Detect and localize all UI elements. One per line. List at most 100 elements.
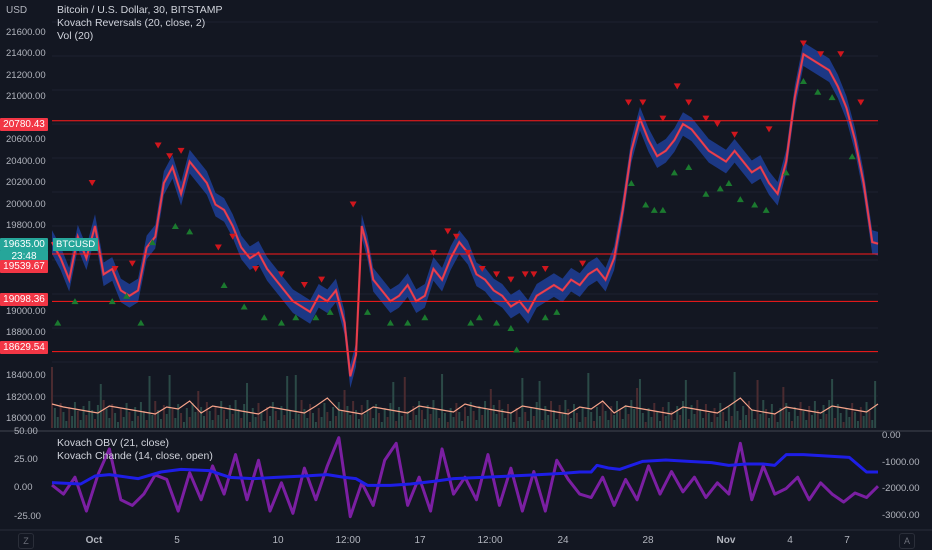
time-axis-label: Oct xyxy=(85,535,103,546)
reversal-up-marker xyxy=(716,185,724,192)
reversal-down-marker xyxy=(318,276,326,283)
reversal-down-marker xyxy=(530,271,538,278)
reversal-down-marker xyxy=(541,265,549,272)
price-axis-label: 18800.00 xyxy=(6,327,46,339)
time-axis-label: 10 xyxy=(272,535,284,546)
indicator-legend-volume[interactable]: Vol (20) xyxy=(57,30,223,43)
reversal-down-marker xyxy=(349,201,357,208)
reversal-up-marker xyxy=(421,314,429,321)
reversal-up-marker xyxy=(799,78,807,85)
time-axis-label: 28 xyxy=(642,535,654,546)
auto-scale-left-button[interactable]: Z xyxy=(18,533,34,549)
reversal-up-marker xyxy=(363,308,371,315)
reversal-down-marker xyxy=(177,147,185,154)
price-axis-label: 18200.00 xyxy=(6,391,46,403)
reversal-down-marker xyxy=(154,142,162,149)
price-axis-label: 21400.00 xyxy=(6,48,46,60)
price-axis-label: 18000.00 xyxy=(6,413,46,425)
time-axis-label: 4 xyxy=(787,535,793,546)
price-axis-label: 19800.00 xyxy=(6,220,46,231)
reversal-up-marker xyxy=(762,206,770,213)
reversal-down-marker xyxy=(444,228,452,235)
reversal-up-marker xyxy=(54,319,62,326)
reversal-down-marker xyxy=(579,260,587,267)
reversal-up-marker xyxy=(659,206,667,213)
symbol-tag: BTCUSD xyxy=(53,238,99,251)
time-axis-label: 17 xyxy=(414,535,426,546)
price-axis-label: 20400.00 xyxy=(6,155,46,167)
reversal-up-marker xyxy=(467,319,475,326)
reversal-down-marker xyxy=(507,276,515,283)
reversal-down-marker xyxy=(673,83,681,90)
level-tag-1: 20780.43 xyxy=(0,118,48,131)
price-axis-label: 21000.00 xyxy=(6,91,46,103)
reversal-up-marker xyxy=(541,314,549,321)
reversal-down-marker xyxy=(731,131,739,138)
reversal-up-marker xyxy=(137,319,145,326)
lower-left-axis-label: -25.00 xyxy=(14,510,41,522)
reversal-up-marker xyxy=(260,314,268,321)
reversal-up-marker xyxy=(404,319,412,326)
price-axis-label: 21200.00 xyxy=(6,69,46,81)
level-tag-2: 19539.67 xyxy=(0,260,48,273)
reversal-up-marker xyxy=(475,314,483,321)
reversal-down-marker xyxy=(128,260,136,267)
level-tag-4: 18629.54 xyxy=(0,341,48,354)
reversal-up-marker xyxy=(685,163,693,170)
reversal-up-marker xyxy=(725,180,733,187)
kovach-band xyxy=(52,42,878,389)
reversal-down-marker xyxy=(214,244,222,251)
time-axis-label: 5 xyxy=(174,535,180,546)
reversal-down-marker xyxy=(88,180,96,187)
reversal-up-marker xyxy=(670,169,678,176)
symbol-title[interactable]: Bitcoin / U.S. Dollar, 30, BITSTAMP xyxy=(57,4,223,17)
time-axis-label: 12:00 xyxy=(335,535,361,546)
auto-scale-right-button[interactable]: A xyxy=(899,533,915,549)
reversal-down-marker xyxy=(639,99,647,106)
reversal-up-marker xyxy=(751,201,759,208)
price-chart[interactable] xyxy=(0,0,932,550)
reversal-up-marker xyxy=(493,319,501,326)
lower-right-axis-label: -2000.00 xyxy=(882,483,920,495)
reversal-up-marker xyxy=(736,196,744,203)
chart-legend: Bitcoin / U.S. Dollar, 30, BITSTAMP Kova… xyxy=(57,4,223,43)
indicator-legend-chande[interactable]: Kovach Chande (14, close, open) xyxy=(57,450,213,463)
lower-right-axis-label: -3000.00 xyxy=(882,510,920,521)
reversal-down-marker xyxy=(857,99,865,106)
level-tag-3: 19098.36 xyxy=(0,293,48,306)
reversal-up-marker xyxy=(627,180,635,187)
reversal-down-marker xyxy=(521,271,529,278)
reversal-up-marker xyxy=(642,201,650,208)
indicator-legend-reversals[interactable]: Kovach Reversals (20, close, 2) xyxy=(57,17,223,30)
reversal-up-marker xyxy=(553,308,561,315)
lower-left-axis-label: 50.00 xyxy=(14,426,38,437)
lower-right-axis-label: 0.00 xyxy=(882,430,901,441)
currency-label: USD xyxy=(6,5,28,16)
reversal-up-marker xyxy=(650,206,658,213)
price-axis-label: 19000.00 xyxy=(6,305,46,317)
price-axis-label: 20600.00 xyxy=(6,134,46,146)
reversal-up-marker xyxy=(277,319,285,326)
reversal-down-marker xyxy=(685,99,693,106)
reversal-down-marker xyxy=(765,126,773,133)
reversal-up-marker xyxy=(513,346,521,353)
lower-pane-legend: Kovach OBV (21, close) Kovach Chande (14… xyxy=(57,437,213,463)
price-axis-label: 18400.00 xyxy=(6,370,46,382)
reversal-down-marker xyxy=(300,282,308,289)
time-axis-label: 7 xyxy=(844,535,850,546)
reversal-up-marker xyxy=(186,228,194,235)
price-axis-label: 20000.00 xyxy=(6,198,46,210)
reversal-down-marker xyxy=(493,271,501,278)
reversal-up-marker xyxy=(386,319,394,326)
indicator-legend-obv[interactable]: Kovach OBV (21, close) xyxy=(57,437,213,450)
time-axis-label: Nov xyxy=(716,535,736,546)
reversal-down-marker xyxy=(252,265,260,272)
reversal-down-marker xyxy=(429,249,437,256)
reversal-up-marker xyxy=(240,303,248,310)
price-axis-label: 20200.00 xyxy=(6,177,46,189)
lower-left-axis-label: 0.00 xyxy=(14,482,33,494)
price-axis-label: 21600.00 xyxy=(6,26,46,38)
lower-left-axis-label: 25.00 xyxy=(14,454,38,466)
reversal-up-marker xyxy=(848,153,856,160)
reversal-up-marker xyxy=(828,94,836,101)
